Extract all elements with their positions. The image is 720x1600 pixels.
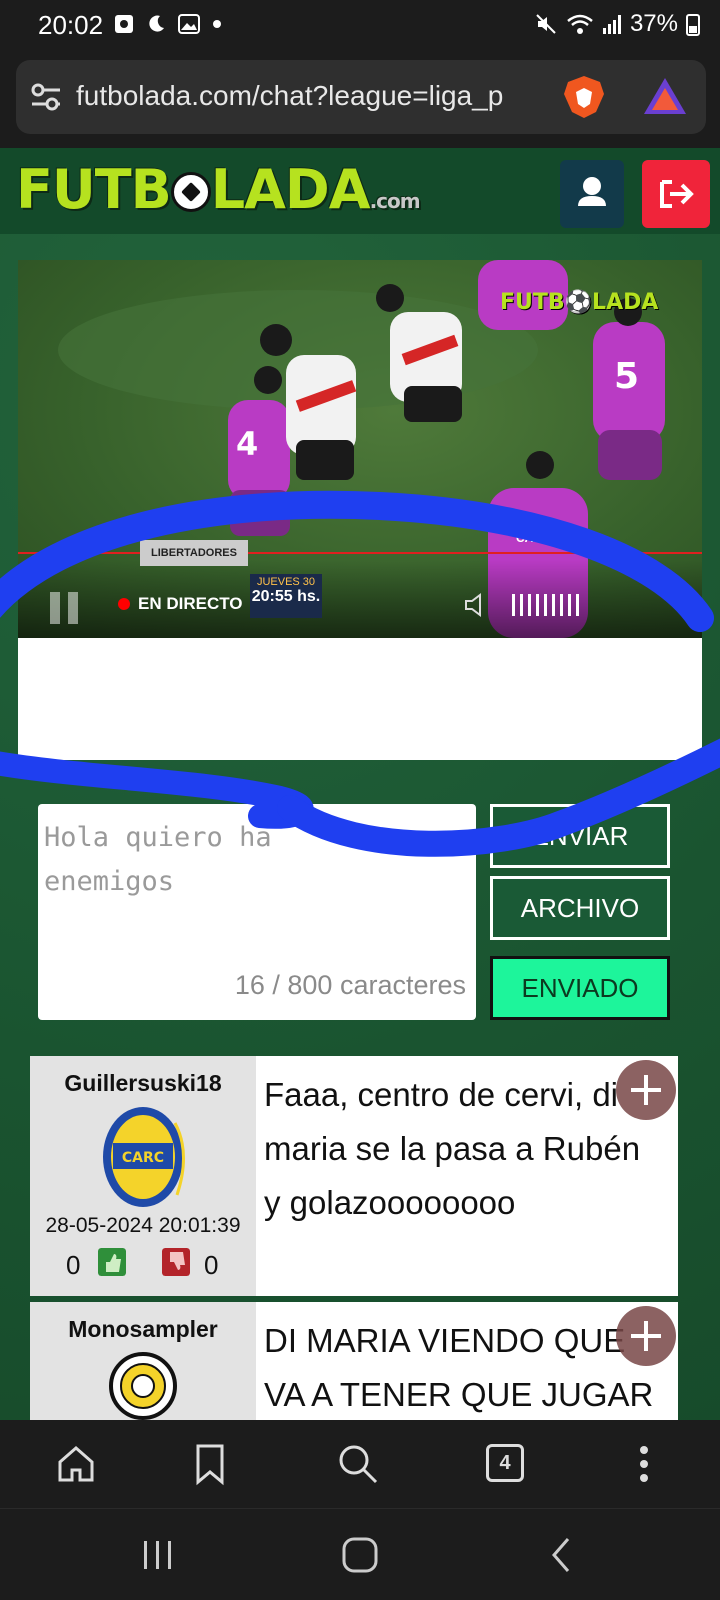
battery-percent: 37%	[629, 10, 678, 37]
club-crest-icon	[109, 1352, 177, 1420]
signal-icon	[602, 15, 621, 34]
message-input[interactable]: Hola quiero ha enemigos 16 / 800 caracte…	[38, 804, 476, 1020]
futbolada-logo[interactable]: FUTB LADA.com	[16, 158, 421, 221]
match-time: 20:55 hs.	[251, 588, 321, 605]
logout-button[interactable]	[642, 160, 710, 228]
soccer-ball-icon	[170, 172, 211, 212]
message-placeholder: Hola quiero ha enemigos	[44, 822, 272, 897]
sent-status-button[interactable]: ENVIADO	[490, 956, 670, 1020]
send-button[interactable]: ENVIAR	[490, 804, 670, 868]
site-settings-icon[interactable]	[30, 82, 62, 112]
search-icon[interactable]	[334, 1440, 382, 1488]
add-reaction-button[interactable]	[616, 1306, 676, 1366]
user-profile-button[interactable]	[560, 160, 624, 228]
svg-text:CABALLERO: CABALLERO	[516, 531, 591, 545]
match-day: JUEVES 30	[256, 576, 316, 588]
add-reaction-button[interactable]	[616, 1060, 676, 1120]
user-icon	[578, 177, 606, 206]
mute-icon	[536, 14, 556, 34]
system-icons: 37%	[534, 10, 700, 38]
match-info: JUEVES 30 20:55 hs.	[250, 574, 322, 618]
video-watermark: FUTB⚽LADA	[500, 290, 659, 315]
volume-slider[interactable]	[512, 594, 584, 616]
dislike-count: 0	[204, 1250, 219, 1280]
logo-text: FUTB	[16, 158, 172, 221]
web-page: FUTB LADA.com 5 4 CABALLERO FUTB⚽LADA LI…	[0, 148, 720, 1420]
brave-shields-icon[interactable]	[562, 74, 606, 120]
live-dot-icon	[118, 598, 130, 610]
message-votes: 0 0	[30, 1246, 256, 1286]
message-author-panel: Monosampler	[30, 1302, 256, 1420]
status-bar: 20:02 37%	[0, 0, 720, 52]
site-header: FUTB LADA.com	[0, 148, 720, 234]
image-icon	[178, 14, 200, 34]
live-video-player[interactable]: 5 4 CABALLERO FUTB⚽LADA LIBERTADORES EN …	[18, 260, 702, 638]
moon-icon	[149, 15, 164, 32]
message-timestamp: 28-05-2024 20:01:39	[45, 1214, 241, 1237]
tabs-button[interactable]: 4	[486, 1444, 524, 1482]
logo-suffix: .com	[369, 189, 421, 213]
wifi-icon	[567, 14, 593, 34]
like-count: 0	[66, 1250, 81, 1280]
message-author-panel: Guillersuski18 CARC 28-05-2024 20:01:39 …	[30, 1056, 256, 1296]
more-menu-icon[interactable]	[620, 1440, 668, 1488]
attach-file-button[interactable]: ARCHIVO	[490, 876, 670, 940]
chat-message: Guillersuski18 CARC 28-05-2024 20:01:39 …	[30, 1056, 678, 1296]
live-badge: EN DIRECTO	[118, 594, 243, 614]
browser-toolbar: futbolada.com/chat?league=liga_p	[0, 52, 720, 148]
video-progress-bar[interactable]	[18, 552, 702, 554]
recent-apps-icon[interactable]	[140, 1537, 176, 1573]
ad-placeholder	[18, 638, 702, 760]
thumbs-up-icon[interactable]	[98, 1248, 126, 1276]
svg-text:CARC: CARC	[122, 1150, 164, 1166]
message-text: Faaa, centro de cervi, di maria se la pa…	[264, 1076, 641, 1221]
brave-rewards-icon[interactable]	[642, 76, 688, 116]
rosario-central-crest-icon: CARC	[103, 1107, 186, 1207]
url-text[interactable]: futbolada.com/chat?league=liga_p	[76, 80, 556, 112]
competition-label: LIBERTADORES	[140, 540, 248, 566]
logout-icon	[660, 180, 694, 208]
back-icon[interactable]	[546, 1535, 576, 1575]
volume-icon[interactable]	[464, 592, 490, 618]
system-navigation-bar	[0, 1508, 720, 1600]
svg-text:5: 5	[614, 356, 639, 397]
svg-text:4: 4	[236, 425, 258, 463]
message-text: DI MARIA VIENDO QUE VA A TENER QUE JUGAR	[264, 1322, 654, 1413]
pause-icon[interactable]	[50, 592, 80, 624]
home-icon[interactable]	[52, 1440, 100, 1488]
address-bar[interactable]: futbolada.com/chat?league=liga_p	[16, 60, 706, 134]
home-nav-icon[interactable]	[340, 1535, 380, 1575]
thumbs-down-icon[interactable]	[162, 1248, 190, 1276]
live-label: EN DIRECTO	[138, 594, 243, 613]
logo-text-2: LADA	[210, 158, 371, 221]
battery-icon	[686, 14, 700, 36]
message-username[interactable]: Guillersuski18	[30, 1070, 256, 1097]
chat-message: Monosampler DI MARIA VIENDO QUE VA A TEN…	[30, 1302, 678, 1420]
char-counter: 16 / 800 caracteres	[234, 970, 466, 1000]
browser-bottom-bar: 4	[0, 1420, 720, 1508]
status-time: 20:02	[38, 10, 104, 40]
notification-icons	[114, 14, 222, 34]
dot-icon	[213, 20, 221, 28]
video-controls: LIBERTADORES EN DIRECTO JUEVES 30 20:55 …	[18, 540, 702, 638]
bookmark-icon[interactable]	[186, 1440, 234, 1488]
app-notification-icon	[115, 15, 133, 33]
message-username[interactable]: Monosampler	[30, 1316, 256, 1343]
